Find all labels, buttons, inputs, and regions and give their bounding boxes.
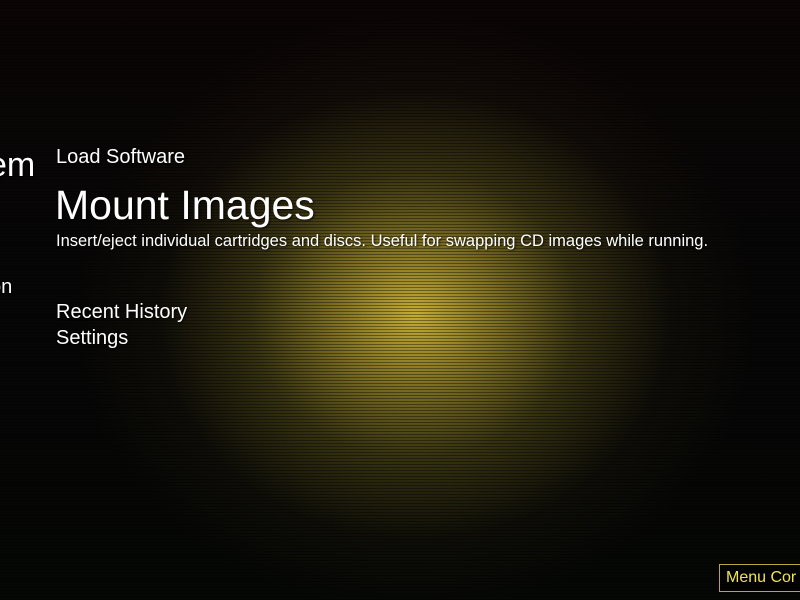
menu-item-load-software[interactable]: Load Software bbox=[56, 146, 185, 169]
menu-control-badge: Menu Cor bbox=[719, 564, 800, 592]
sidebar-category-partial[interactable]: em bbox=[0, 146, 35, 185]
menu-item-recent-history[interactable]: Recent History bbox=[56, 301, 187, 324]
scanline-overlay bbox=[0, 0, 800, 600]
menu-item-description: Insert/eject individual cartridges and d… bbox=[56, 232, 709, 250]
menu-item-settings[interactable]: Settings bbox=[56, 327, 128, 350]
sidebar-category-partial[interactable]: on bbox=[0, 276, 12, 299]
console-menu-screen: em on Load Software Mount Images Insert/… bbox=[0, 0, 800, 600]
menu-item-mount-images-selected[interactable]: Mount Images bbox=[55, 182, 315, 229]
